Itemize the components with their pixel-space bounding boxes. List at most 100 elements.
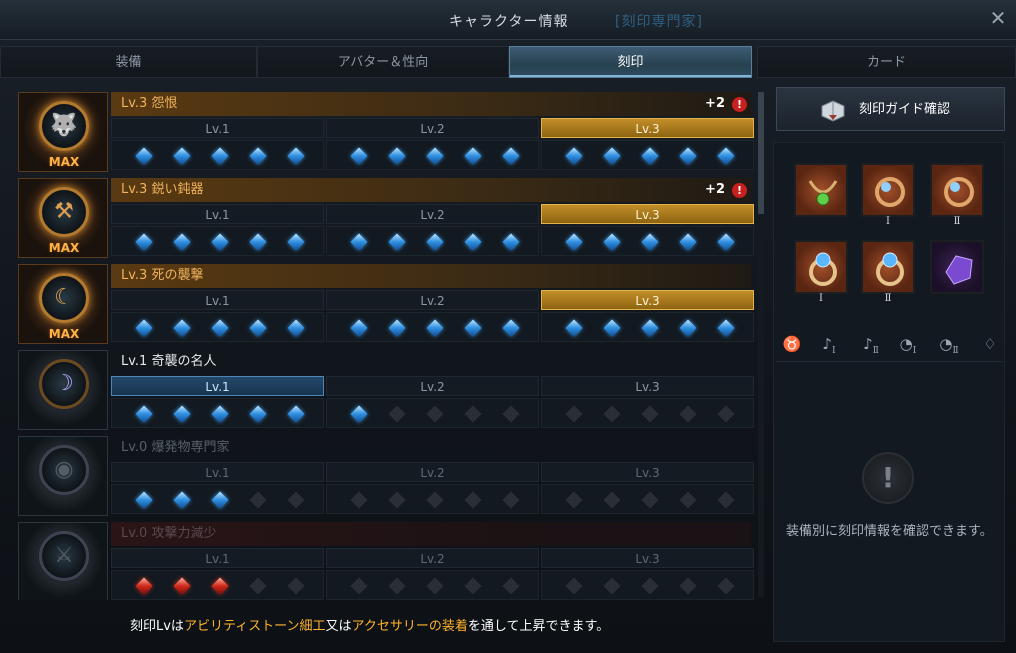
filter-earring-2-icon[interactable]: ♪Ⅱ <box>859 332 883 356</box>
level-label: Lv.3 <box>541 462 754 482</box>
gem-track <box>326 570 539 600</box>
gem-filled-icon <box>287 319 305 337</box>
eye-icon: ◉ <box>39 445 89 495</box>
equipment-slot-earring-2[interactable] <box>930 163 984 217</box>
scrollbar-thumb[interactable] <box>758 92 764 214</box>
gem-empty-icon <box>502 491 520 509</box>
gem-filled-icon <box>173 233 191 251</box>
gem-empty-icon <box>426 577 444 595</box>
broken-sword-icon: ⚔ <box>39 531 89 581</box>
gem-empty-icon <box>717 405 735 423</box>
filter-ring-2-icon[interactable]: ◔Ⅱ <box>937 332 961 356</box>
engraving-row[interactable]: ⚒ MAX Lv.3 鋭い鈍器 +2! Lv.1 Lv.2 Lv.3 <box>15 174 755 260</box>
engraving-name-text: Lv.1 奇襲の名人 <box>121 354 217 369</box>
engraving-emblem: ☾ MAX <box>18 264 108 344</box>
gem-filled-icon <box>426 233 444 251</box>
info-icon: ! <box>862 452 914 504</box>
tab-card[interactable]: カード <box>757 46 1016 78</box>
slot-index-label: Ⅱ <box>884 293 892 304</box>
equipment-slot-ring-1[interactable] <box>794 240 848 294</box>
slot-index-label: Ⅰ <box>886 216 890 227</box>
gem-track <box>111 484 324 514</box>
gem-filled-icon <box>641 147 659 165</box>
gem-filled-icon <box>249 233 267 251</box>
filter-ring-1-icon[interactable]: ◔Ⅰ <box>896 332 920 356</box>
filter-earring-1-icon[interactable]: ♪Ⅰ <box>817 332 841 356</box>
engraving-emblem: ⚔ <box>18 522 108 600</box>
gem-filled-icon <box>426 147 444 165</box>
gem-filled-icon <box>603 233 621 251</box>
ring-icon <box>809 252 837 286</box>
filter-index: Ⅰ <box>912 346 917 356</box>
gem-filled-icon <box>135 491 153 509</box>
moon-slash-icon-glyph: ☽ <box>54 371 74 396</box>
gem-filled-icon <box>464 319 482 337</box>
tab-equipment[interactable]: 装備 <box>0 46 257 78</box>
engraving-row[interactable]: ⚔ Lv.0 攻撃力減少 Lv.1 Lv.2 Lv.3 <box>15 518 755 600</box>
footer-text-1: 刻印Lvは <box>130 619 184 634</box>
gem-track <box>326 226 539 256</box>
engraving-row[interactable]: ☽ Lv.1 奇襲の名人 Lv.1 Lv.2 Lv.3 <box>15 346 755 432</box>
equipment-slot-necklace[interactable] <box>794 163 848 217</box>
engraving-guide-button[interactable]: 刻印ガイド確認 <box>776 87 1005 131</box>
gem-filled-icon <box>173 577 191 595</box>
gem-empty-icon <box>679 491 697 509</box>
gem-track <box>111 398 324 428</box>
wolf-icon: 🐺 <box>39 101 89 151</box>
gem-track <box>111 312 324 342</box>
hammer-icon-glyph: ⚒ <box>54 199 74 224</box>
ring-icon <box>876 252 904 286</box>
engraving-name-text: Lv.0 爆発物専門家 <box>121 440 230 455</box>
moon-slash-icon: ☽ <box>39 359 89 409</box>
gem-filled-icon <box>426 319 444 337</box>
gem-filled-icon <box>135 577 153 595</box>
footer-highlight-1: アビリティストーン細工 <box>183 619 326 634</box>
tab-avatar[interactable]: アバター＆性向 <box>257 46 509 78</box>
tab-engraving[interactable]: 刻印 <box>509 46 752 78</box>
gem-track <box>541 570 754 600</box>
equipment-slot-ring-2[interactable] <box>861 240 915 294</box>
level-label: Lv.1 <box>111 204 324 224</box>
gem-filled-icon <box>565 319 583 337</box>
slot-index-label: Ⅰ <box>819 293 823 304</box>
book-icon <box>821 100 845 122</box>
filter-ability-stone-icon[interactable]: ♢ <box>978 332 1002 356</box>
max-badge: MAX <box>48 241 80 255</box>
title-bar: キャラクター情報 [刻印専門家] ✕ <box>0 0 1016 40</box>
slot-index-label: Ⅱ <box>953 216 961 227</box>
gem-filled-icon <box>350 319 368 337</box>
engraving-name: Lv.3 鋭い鈍器 +2! <box>111 178 751 202</box>
gem-filled-icon <box>135 405 153 423</box>
scrollbar[interactable] <box>758 92 764 597</box>
close-icon[interactable]: ✕ <box>987 6 1009 30</box>
level-label: Lv.1 <box>111 376 324 396</box>
gem-filled-icon <box>350 233 368 251</box>
gem-filled-icon <box>287 233 305 251</box>
engraving-emblem: ☽ <box>18 350 108 430</box>
gem-empty-icon <box>603 405 621 423</box>
gem-empty-icon <box>717 577 735 595</box>
gem-track <box>111 140 324 170</box>
engraving-row[interactable]: ◉ Lv.0 爆発物専門家 Lv.1 Lv.2 Lv.3 <box>15 432 755 518</box>
gem-filled-icon <box>679 233 697 251</box>
engraving-row[interactable]: ☾ MAX Lv.3 死の襲撃 Lv.1 Lv.2 Lv.3 <box>15 260 755 346</box>
filter-glyph: ♪ <box>863 335 873 353</box>
filter-glyph: ♉ <box>782 335 802 353</box>
gem-empty-icon <box>388 405 406 423</box>
necklace-icon <box>808 180 838 206</box>
equipment-slot-earring-1[interactable] <box>861 163 915 217</box>
gem-empty-icon <box>502 577 520 595</box>
max-badge: MAX <box>48 155 80 169</box>
warning-icon[interactable]: ! <box>732 183 747 198</box>
filter-necklace-icon[interactable]: ♉ <box>780 332 804 356</box>
gem-track <box>541 226 754 256</box>
warning-icon[interactable]: ! <box>732 97 747 112</box>
filter-index: Ⅰ <box>832 346 836 356</box>
gem-empty-icon <box>565 405 583 423</box>
gem-filled-icon <box>565 233 583 251</box>
engraving-row[interactable]: 🐺 MAX Lv.3 怨恨 +2! Lv.1 Lv.2 Lv.3 <box>15 88 755 174</box>
gem-filled-icon <box>173 405 191 423</box>
gem-empty-icon <box>502 405 520 423</box>
equipment-slot-ability-stone[interactable] <box>930 240 984 294</box>
wolf-icon-glyph: 🐺 <box>50 113 78 138</box>
